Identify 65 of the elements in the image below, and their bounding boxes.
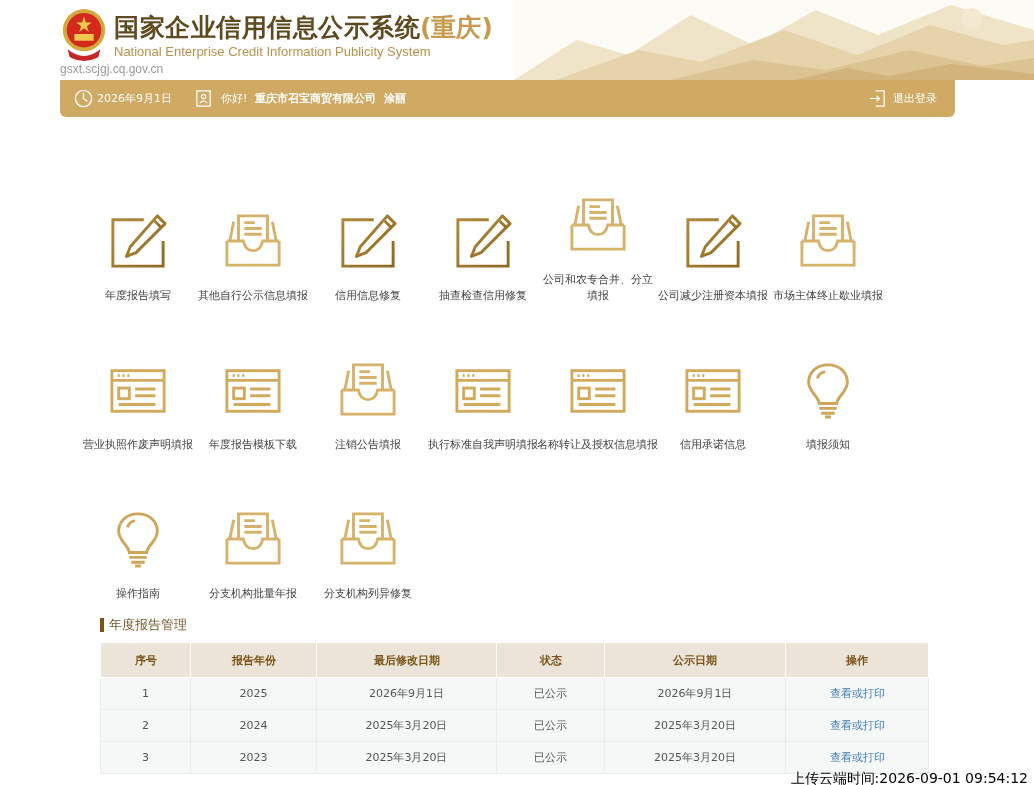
current-date: 2026年9月1日 xyxy=(97,91,172,106)
service-tile[interactable]: 名称转让及授权信息填报 xyxy=(537,361,658,461)
table-cell: 已公示 xyxy=(496,741,605,774)
view-print-link[interactable]: 查看或打印 xyxy=(829,687,885,700)
service-tile[interactable]: 信用承诺信息 xyxy=(679,361,746,461)
company-name: 重庆市召宝商贸有限公司 xyxy=(255,91,377,106)
service-tile[interactable]: 市场主体终止歇业填报 xyxy=(772,212,883,312)
column-header: 序号 xyxy=(100,642,191,678)
table-cell: 2026年9月1日 xyxy=(316,677,497,710)
site-region: (重庆) xyxy=(420,12,493,44)
site-title: 国家企业信用信息公示系统 xyxy=(114,12,420,44)
edit-icon xyxy=(108,212,167,270)
inbox-document-icon xyxy=(338,361,397,419)
column-header: 最后修改日期 xyxy=(316,642,497,678)
inbox-document-icon xyxy=(223,510,282,568)
table-cell: 2023 xyxy=(190,741,317,774)
logout-icon xyxy=(868,89,887,108)
column-header: 操作 xyxy=(785,642,929,678)
clock-icon xyxy=(74,89,93,108)
service-tile[interactable]: 公司和农专合并、分立填报 xyxy=(541,196,654,312)
service-tile[interactable]: 填报须知 xyxy=(798,361,857,461)
table-cell: 2025 xyxy=(190,677,317,710)
table-cell: 2025年3月20日 xyxy=(604,709,786,742)
column-header: 状态 xyxy=(496,642,605,678)
service-tile[interactable]: 分支机构列异修复 xyxy=(323,510,412,610)
service-tile[interactable]: 年度报告填写 xyxy=(104,212,171,312)
service-tile[interactable]: 信用信息修复 xyxy=(334,212,401,312)
section-title: 年度报告管理 xyxy=(100,618,955,632)
service-tile[interactable]: 分支机构批量年报 xyxy=(208,510,297,610)
greeting: 你好! xyxy=(221,91,248,106)
inbox-document-icon xyxy=(223,212,282,270)
table-cell: 2025年3月20日 xyxy=(604,741,786,774)
table-cell: 2025年3月20日 xyxy=(316,741,497,774)
service-tile[interactable]: 执行标准自我声明填报 xyxy=(427,361,538,461)
inbox-document-icon xyxy=(338,510,397,568)
table-cell: 2024 xyxy=(190,709,317,742)
table-cell: 已公示 xyxy=(496,709,605,742)
edit-icon xyxy=(453,212,512,270)
inbox-document-icon xyxy=(568,196,627,254)
service-tile[interactable]: 公司减少注册资本填报 xyxy=(657,212,768,312)
service-tile[interactable]: 营业执照作废声明填报 xyxy=(82,361,193,461)
inbox-document-icon xyxy=(798,212,857,270)
view-print-link[interactable]: 查看或打印 xyxy=(829,719,885,732)
table-cell: 1 xyxy=(100,677,191,710)
user-name: 涂丽 xyxy=(384,91,407,106)
user-card-icon xyxy=(194,89,213,108)
service-tile[interactable]: 抽查检查信用修复 xyxy=(438,212,527,312)
view-print-link[interactable]: 查看或打印 xyxy=(829,751,885,764)
service-tile[interactable]: 操作指南 xyxy=(108,510,167,610)
column-header: 报告年份 xyxy=(190,642,317,678)
table-cell: 2025年3月20日 xyxy=(316,709,497,742)
edit-icon xyxy=(338,212,397,270)
upload-timestamp: 上传云端时间:2026-09-01 09:54:12 xyxy=(789,771,1028,785)
service-tile[interactable]: 注销公告填报 xyxy=(334,361,401,461)
table-cell: 2026年9月1日 xyxy=(604,677,786,710)
site-url: gsxt.scjgj.cq.gov.cn xyxy=(60,62,165,78)
service-tile[interactable]: 年度报告模板下载 xyxy=(208,361,297,461)
table-cell: 已公示 xyxy=(496,677,605,710)
column-header: 公示日期 xyxy=(604,642,786,678)
service-tile[interactable]: 其他自行公示信息填报 xyxy=(197,212,308,312)
site-subtitle: National Enterprise Credit Information Publicity System xyxy=(114,44,432,59)
table-cell: 3 xyxy=(100,741,191,774)
emblem-icon xyxy=(60,7,108,61)
table-cell: 2 xyxy=(100,709,191,742)
edit-icon xyxy=(683,212,742,270)
